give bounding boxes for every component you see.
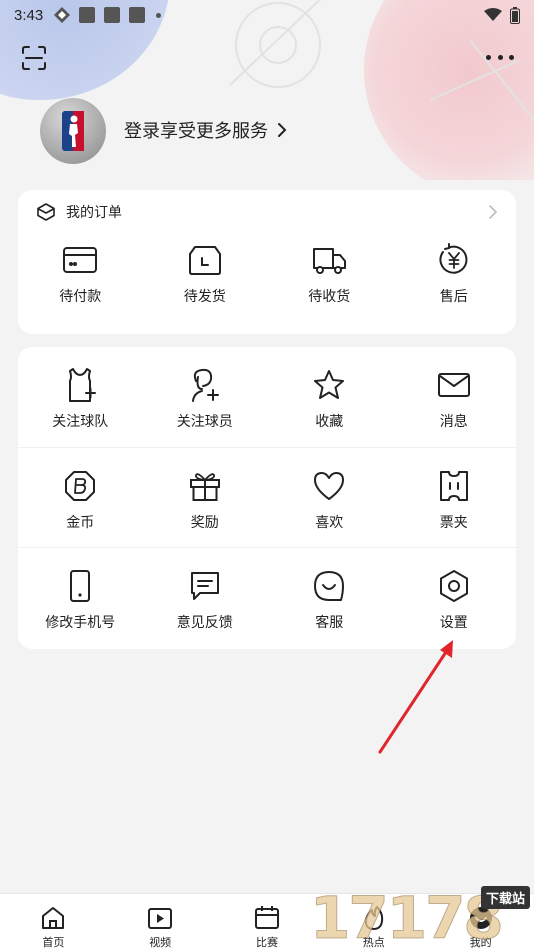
more-dot-icon xyxy=(497,54,503,60)
settings-item[interactable]: 设置 xyxy=(392,568,517,647)
services-card: 关注球队 关注球员 收藏 消息 金币 奖励 喜欢 票夹 修改手机号 意见反馈 客… xyxy=(18,347,516,649)
notification-square-icon xyxy=(79,7,96,23)
order-pending-shipment[interactable]: 待发货 xyxy=(143,242,268,306)
fire-icon xyxy=(364,906,383,930)
order-after-sales[interactable]: 售后 xyxy=(392,242,517,306)
chevron-right-icon xyxy=(278,123,287,137)
login-text: 登录享受更多服务 xyxy=(124,121,268,142)
nav-home[interactable]: 首页 xyxy=(0,894,107,950)
package-clock-icon xyxy=(188,246,221,275)
login-link[interactable]: 登录享受更多服务 xyxy=(124,117,288,143)
scan-button[interactable] xyxy=(20,44,48,72)
nav-mine[interactable]: 我的 xyxy=(427,894,534,950)
likes-item[interactable]: 喜欢 xyxy=(267,468,392,547)
orders-card: 我的订单 待付款 待发货 待收货 售后 xyxy=(18,190,516,334)
more-options-button[interactable] xyxy=(486,50,514,64)
calendar-icon xyxy=(254,906,279,929)
nav-games[interactable]: 比赛 xyxy=(214,894,321,950)
status-bar: 3:43 xyxy=(0,0,534,30)
home-icon xyxy=(42,907,65,929)
nba-logo-icon xyxy=(62,111,84,151)
notification-square-icon xyxy=(104,7,121,23)
delivery-truck-icon xyxy=(313,248,347,274)
heart-icon xyxy=(314,472,345,500)
order-pending-receipt[interactable]: 待收货 xyxy=(267,242,392,306)
favorites-item[interactable]: 收藏 xyxy=(267,367,392,447)
more-dot-icon xyxy=(509,54,514,60)
star-icon xyxy=(314,370,345,399)
battery-icon xyxy=(510,6,520,24)
change-phone-item[interactable]: 修改手机号 xyxy=(18,568,143,647)
messages-item[interactable]: 消息 xyxy=(392,367,517,447)
settings-hex-icon xyxy=(439,570,468,602)
my-orders-header[interactable]: 我的订单 xyxy=(18,190,516,234)
more-dot-icon xyxy=(486,54,491,60)
mail-icon xyxy=(437,373,470,397)
refund-yen-icon xyxy=(439,243,468,274)
gift-icon xyxy=(189,473,220,501)
phone-icon xyxy=(70,570,91,602)
jersey-plus-icon xyxy=(69,368,97,402)
ticket-icon xyxy=(439,471,468,501)
status-time: 3:43 xyxy=(14,6,44,24)
chevron-right-icon xyxy=(489,205,498,219)
order-pending-payment[interactable]: 待付款 xyxy=(18,242,143,306)
feedback-icon xyxy=(190,572,219,600)
my-orders-title: 我的订单 xyxy=(66,205,122,221)
wifi-icon xyxy=(484,8,502,21)
nav-video[interactable]: 视频 xyxy=(107,894,214,950)
bottom-navigation: 首页 视频 比赛 热点 我的 xyxy=(0,893,534,950)
feedback-item[interactable]: 意见反馈 xyxy=(143,568,268,647)
follow-teams-item[interactable]: 关注球队 xyxy=(18,367,143,447)
follow-players-item[interactable]: 关注球员 xyxy=(143,367,268,447)
notification-square-icon xyxy=(129,7,146,23)
order-box-icon xyxy=(37,203,55,221)
app-notification-icon xyxy=(54,7,71,23)
rewards-item[interactable]: 奖励 xyxy=(143,468,268,547)
coins-item[interactable]: 金币 xyxy=(18,468,143,547)
avatar[interactable] xyxy=(40,98,106,164)
customer-service-item[interactable]: 客服 xyxy=(267,568,392,647)
player-plus-icon xyxy=(191,368,219,402)
video-icon xyxy=(148,908,173,929)
wallet-card-icon xyxy=(63,247,98,273)
scan-icon xyxy=(22,46,46,70)
customer-service-icon xyxy=(314,571,345,601)
coin-icon xyxy=(65,471,96,501)
ticket-wallet-item[interactable]: 票夹 xyxy=(392,468,517,547)
smile-icon xyxy=(469,907,492,929)
nav-hot[interactable]: 热点 xyxy=(320,894,427,950)
more-notifications-dot-icon xyxy=(156,12,162,18)
